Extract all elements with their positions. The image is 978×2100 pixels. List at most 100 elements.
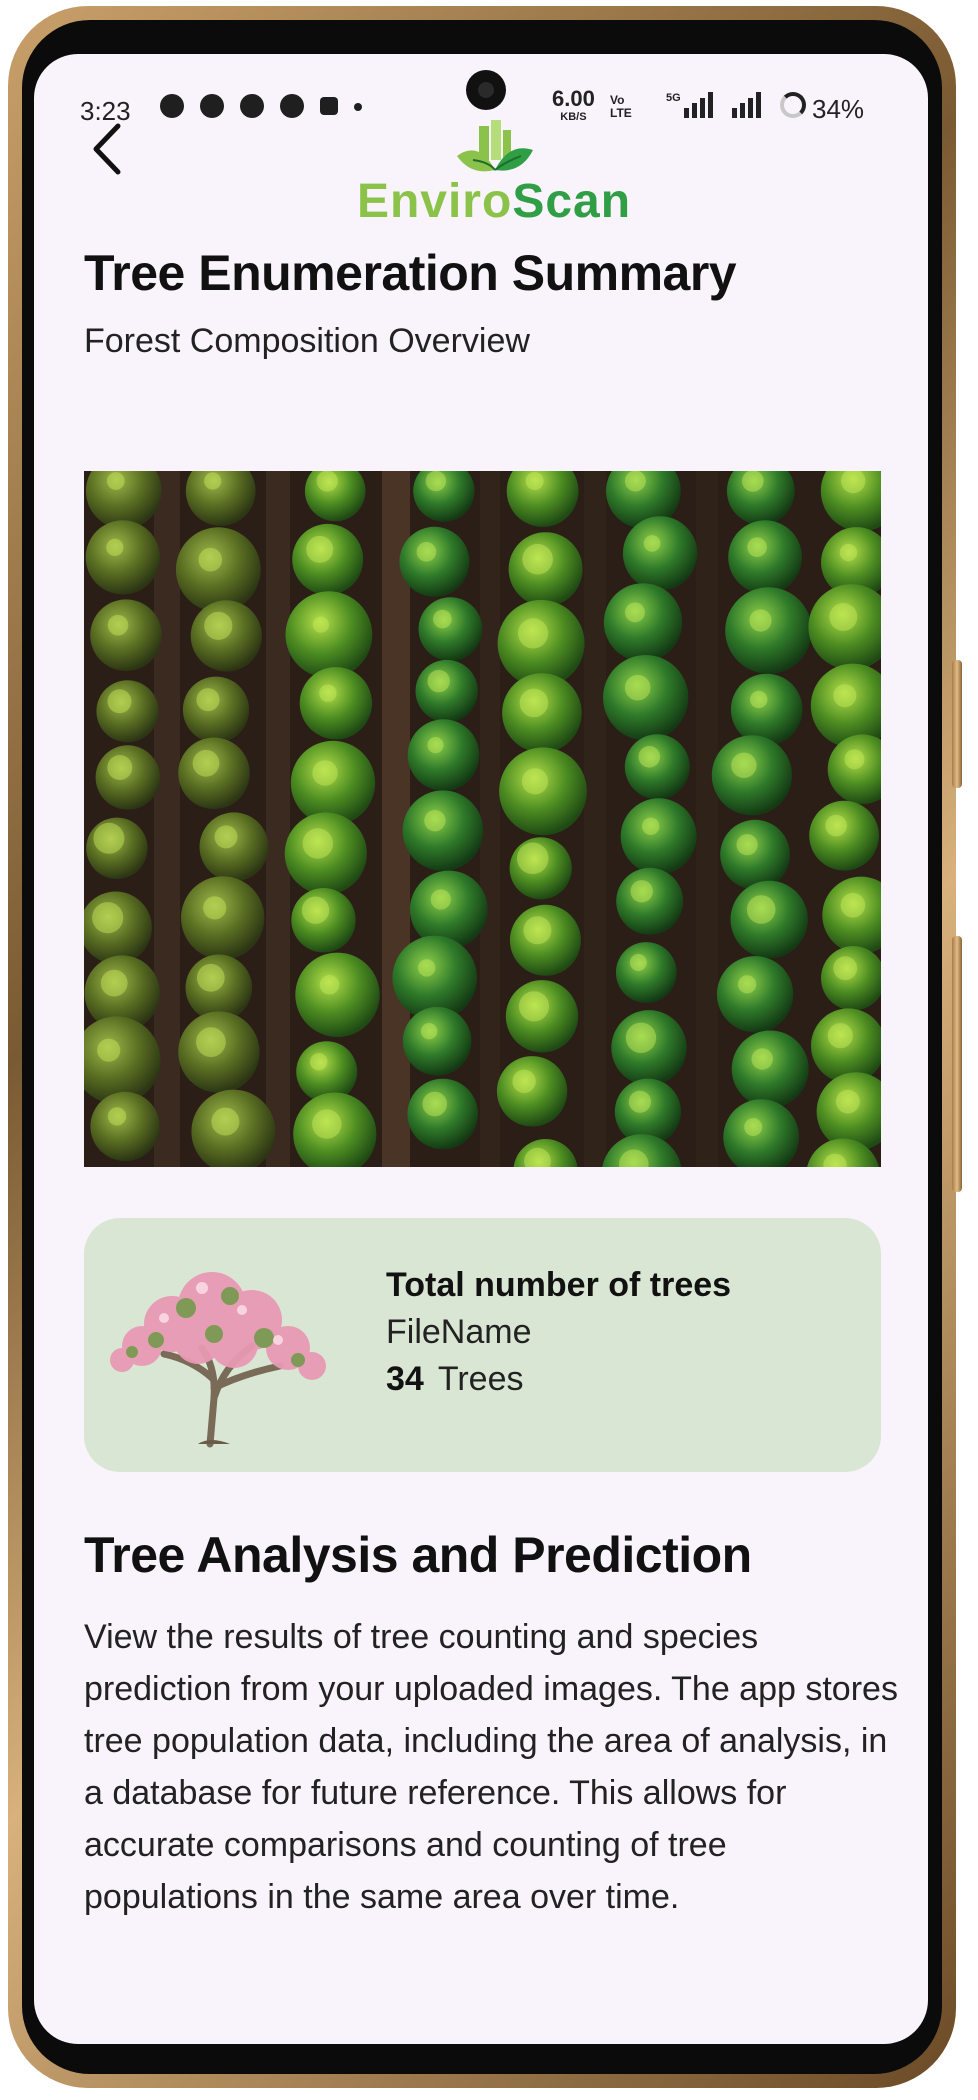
volume-button xyxy=(952,660,962,788)
tree-canopy xyxy=(90,599,162,671)
tree-canopy-highlight xyxy=(107,755,133,780)
tree-canopy-highlight xyxy=(638,746,661,768)
volte-indicator: Vo LTE xyxy=(610,94,632,120)
tree-canopy-highlight xyxy=(518,991,550,1022)
back-button[interactable] xyxy=(82,114,132,184)
enviroscan-logo: EnviroScan xyxy=(344,120,644,240)
tree-canopy-highlight xyxy=(839,543,858,562)
tree-canopy-highlight xyxy=(416,542,437,562)
file-name: FileName xyxy=(386,1313,532,1351)
tree-canopy-highlight xyxy=(301,896,330,924)
tree-canopy-highlight xyxy=(643,535,661,552)
battery-percentage: 34% xyxy=(812,94,865,124)
app-screen: 3:23 6.00 KB/S Vo LTE 5G 34% EnviroScan … xyxy=(34,54,928,2044)
tree-canopy-highlight xyxy=(310,1053,328,1071)
tree-canopy xyxy=(95,745,160,810)
tree-canopy-highlight xyxy=(422,1091,448,1117)
tree-canopy-highlight xyxy=(833,956,858,981)
tree-canopy-highlight xyxy=(106,538,124,556)
tree-canopy-highlight xyxy=(427,669,450,693)
tree-canopy-highlight xyxy=(214,825,238,849)
signal-5g-icon: 5G xyxy=(666,92,713,118)
tree-canopy xyxy=(295,952,380,1037)
tree-canopy-highlight xyxy=(100,969,128,997)
tree-canopy-highlight xyxy=(203,896,227,920)
front-camera xyxy=(466,70,506,110)
tree-canopy-highlight xyxy=(833,684,857,708)
tree-canopy-highlight xyxy=(738,975,757,994)
tree-canopy-highlight xyxy=(625,602,645,623)
tree-canopy xyxy=(616,867,684,935)
tree-canopy xyxy=(402,1006,472,1076)
tree-canopy-highlight xyxy=(196,688,220,712)
leaf-building-icon xyxy=(457,120,533,172)
tree-count-value: 34 Trees xyxy=(386,1360,731,1399)
tree-canopy-highlight xyxy=(211,1107,240,1136)
tree-canopy-highlight xyxy=(629,954,647,971)
signal-bar xyxy=(740,103,745,118)
signal-bar xyxy=(732,108,737,118)
logo-text: EnviroScan xyxy=(344,174,644,229)
tree-canopy-highlight xyxy=(523,916,552,945)
tree-canopy xyxy=(296,1041,358,1103)
tree-canopy-highlight xyxy=(425,471,447,492)
tree-canopy xyxy=(728,520,802,595)
tree-canopy xyxy=(90,1091,160,1161)
volte-bottom: LTE xyxy=(610,106,632,120)
tree-canopy-highlight xyxy=(518,618,549,649)
tree-canopy-highlight xyxy=(97,1038,121,1062)
tree-canopy xyxy=(181,876,265,960)
tree-canopy-highlight xyxy=(93,822,125,854)
tree-canopy-highlight xyxy=(642,817,660,835)
tree-canopy-highlight xyxy=(512,1069,536,1093)
tree-canopy-highlight xyxy=(742,471,764,492)
tree-canopy xyxy=(720,819,790,890)
tree-canopy-highlight xyxy=(204,472,222,490)
more-notifications-icon xyxy=(354,103,362,111)
tree-canopy xyxy=(418,597,483,661)
tree-canopy-highlight xyxy=(628,1090,652,1113)
tree-canopy-highlight xyxy=(750,690,768,709)
tree-canopy-highlight xyxy=(107,689,132,714)
tree-count-label: Total number of trees xyxy=(386,1266,732,1304)
tree-canopy xyxy=(399,526,470,597)
logo-text-enviro: Enviro xyxy=(356,175,513,228)
signal-bar xyxy=(683,108,689,118)
battery-icon xyxy=(780,92,806,118)
tree-count-unit: Trees xyxy=(437,1360,524,1398)
tree-canopy-highlight xyxy=(107,1107,127,1126)
analysis-description: View the results of tree counting and sp… xyxy=(84,1618,898,1916)
tree-canopy xyxy=(809,800,879,871)
tree-canopy xyxy=(182,676,250,743)
tree-canopy-highlight xyxy=(519,688,549,718)
signal-bar xyxy=(707,92,713,118)
tree-canopy xyxy=(622,516,698,591)
tree-canopy xyxy=(96,680,159,743)
tree-canopy xyxy=(407,719,480,791)
tree-canopy-highlight xyxy=(751,1048,773,1070)
tree-canopy xyxy=(603,583,683,662)
tree-canopy xyxy=(620,798,697,875)
tree-canopy xyxy=(402,790,484,871)
tree-canopy-highlight xyxy=(319,684,337,702)
aerial-forest-image xyxy=(84,471,881,1167)
tree-canopy xyxy=(711,735,793,816)
tree-canopy-highlight xyxy=(747,537,767,557)
tree-count-info: Total number of trees FileName 34 Trees xyxy=(386,1266,731,1399)
power-button xyxy=(952,936,962,1192)
tree-canopy xyxy=(716,956,794,1033)
tree-canopy xyxy=(407,1078,479,1150)
tree-canopy-highlight xyxy=(430,889,451,910)
tree-canopy-highlight xyxy=(427,737,444,754)
tree-canopy-highlight xyxy=(316,471,338,492)
tree-canopy xyxy=(175,527,261,613)
tree-canopy-highlight xyxy=(749,609,772,632)
signal-icon xyxy=(732,92,761,118)
tree-canopy-highlight xyxy=(192,749,220,777)
tree-canopy-highlight xyxy=(312,616,329,633)
tree-canopy-highlight xyxy=(736,834,758,856)
tree-canopy-highlight xyxy=(731,752,757,778)
signal-bar xyxy=(691,103,697,118)
network-type: 5G xyxy=(666,92,681,104)
tree-canopy-highlight xyxy=(844,749,865,770)
